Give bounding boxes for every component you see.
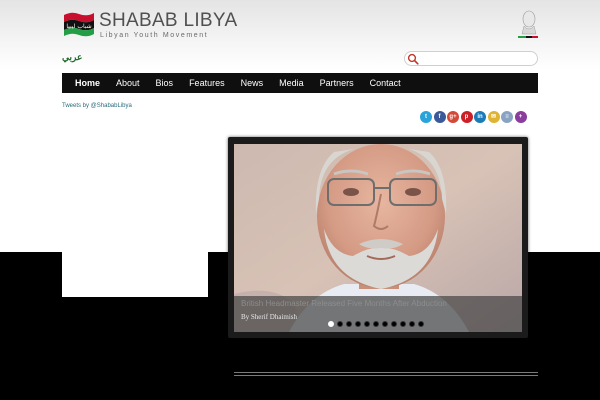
twitter-timeline-link[interactable]: Tweets by @ShababLibya [62, 103, 132, 109]
nav-item-contact[interactable]: Contact [362, 78, 409, 88]
search-icon[interactable] [407, 53, 419, 65]
site-logo[interactable]: شباب ليبيا SHABAB LIBYA Libyan Youth Mov… [62, 9, 237, 41]
social-share-bar: t f g+ p in ✉ ≡ + [420, 111, 527, 123]
search-input[interactable] [421, 52, 535, 65]
slider-dot[interactable] [418, 321, 424, 327]
slider-dot[interactable] [400, 321, 406, 327]
slider-dot[interactable] [337, 321, 343, 327]
logo-title: SHABAB LIBYA [99, 10, 238, 31]
nav-item-bios[interactable]: Bios [148, 78, 182, 88]
nav-item-features[interactable]: Features [181, 78, 233, 88]
slide-byline: By Sherif Dhaimish [241, 313, 297, 321]
slider-dot[interactable] [391, 321, 397, 327]
slider-dot[interactable] [364, 321, 370, 327]
nav-item-about[interactable]: About [108, 78, 148, 88]
arabic-language-link[interactable]: عربي [62, 52, 82, 63]
more-icon[interactable]: + [514, 111, 527, 123]
linkedin-icon[interactable]: in [474, 111, 486, 123]
slider-dot[interactable] [373, 321, 379, 327]
slider-dot[interactable] [346, 321, 352, 327]
search-box[interactable] [404, 51, 538, 66]
logo-arabic-text: شباب ليبيا [66, 23, 91, 30]
slider-dot[interactable] [382, 321, 388, 327]
libya-flag-logo-icon: شباب ليبيا [64, 12, 94, 37]
facebook-icon[interactable]: f [433, 111, 446, 123]
main-navigation: Home About Bios Features News Media Part… [62, 73, 538, 93]
slider-dot[interactable] [328, 321, 334, 327]
twitter-icon[interactable]: t [420, 111, 432, 123]
nav-item-home[interactable]: Home [67, 78, 108, 88]
footer-divider [234, 372, 538, 378]
slide-headline[interactable]: British Headmaster Released Five Months … [241, 299, 447, 308]
rss-icon[interactable]: ≡ [501, 111, 513, 123]
google-plus-icon[interactable]: g+ [447, 111, 459, 123]
nav-item-news[interactable]: News [233, 78, 272, 88]
slider-pagination [328, 321, 424, 327]
nav-item-partners[interactable]: Partners [312, 78, 362, 88]
emblem-icon[interactable] [516, 8, 540, 40]
logo-subtitle: Libyan Youth Movement [100, 32, 209, 39]
email-icon[interactable]: ✉ [487, 111, 500, 123]
slider-dot[interactable] [409, 321, 415, 327]
nav-item-media[interactable]: Media [271, 78, 312, 88]
pinterest-icon[interactable]: p [460, 111, 473, 123]
featured-slider: British Headmaster Released Five Months … [228, 137, 528, 338]
slider-dot[interactable] [355, 321, 361, 327]
twitter-widget-area [62, 252, 208, 297]
